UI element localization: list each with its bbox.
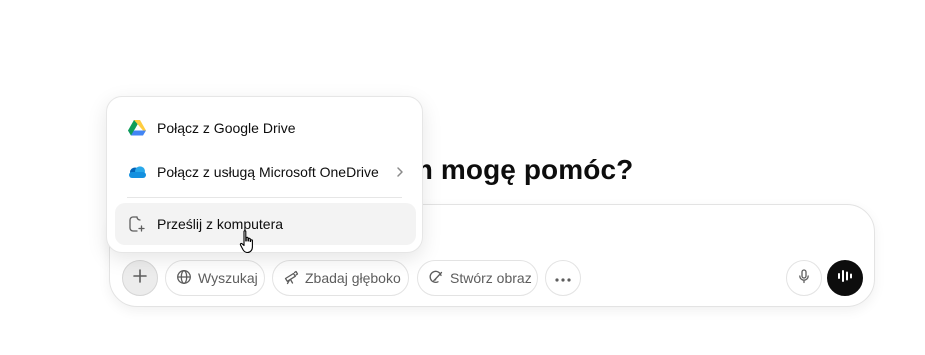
ellipsis-icon	[555, 269, 571, 287]
menu-item-google-drive[interactable]: Połącz z Google Drive	[115, 107, 416, 149]
telescope-icon	[283, 269, 305, 288]
globe-icon	[176, 269, 198, 288]
hand-cursor-icon	[239, 229, 257, 260]
attach-plus-button[interactable]	[122, 260, 158, 296]
search-tool-label: Wyszukaj	[198, 270, 258, 286]
paint-icon	[428, 269, 450, 288]
deep-research-tool-label: Zbadaj głęboko	[305, 270, 401, 286]
create-image-tool-label: Stwórz obraz	[450, 270, 532, 286]
chevron-right-icon	[396, 165, 404, 181]
voice-mode-icon	[836, 267, 854, 290]
more-tools-button[interactable]	[545, 260, 581, 296]
menu-item-google-drive-label: Połącz z Google Drive	[157, 120, 296, 136]
menu-item-onedrive[interactable]: Połącz z usługą Microsoft OneDrive	[115, 151, 416, 193]
menu-item-upload-label: Prześlij z komputera	[157, 216, 284, 232]
page-heading-text: m mogę pomóc?	[408, 154, 634, 185]
menu-divider	[127, 197, 402, 198]
google-drive-icon	[127, 118, 147, 138]
composer-toolbar: Wyszukaj Zbadaj głęboko Stwórz obraz	[121, 260, 863, 296]
voice-mode-button[interactable]	[827, 260, 863, 296]
microphone-icon	[796, 268, 812, 289]
deep-research-tool-button[interactable]: Zbadaj głęboko	[272, 260, 409, 296]
attach-menu: Połącz z Google Drive Połącz z usługą Mi…	[106, 96, 423, 253]
menu-item-upload-from-computer[interactable]: Prześlij z komputera	[115, 203, 416, 245]
search-tool-button[interactable]: Wyszukaj	[165, 260, 265, 296]
upload-file-icon	[127, 214, 147, 234]
plus-icon	[132, 268, 148, 289]
onedrive-icon	[127, 162, 147, 182]
create-image-tool-button[interactable]: Stwórz obraz	[417, 260, 538, 296]
menu-item-onedrive-label: Połącz z usługą Microsoft OneDrive	[157, 164, 379, 180]
dictate-button[interactable]	[786, 260, 822, 296]
